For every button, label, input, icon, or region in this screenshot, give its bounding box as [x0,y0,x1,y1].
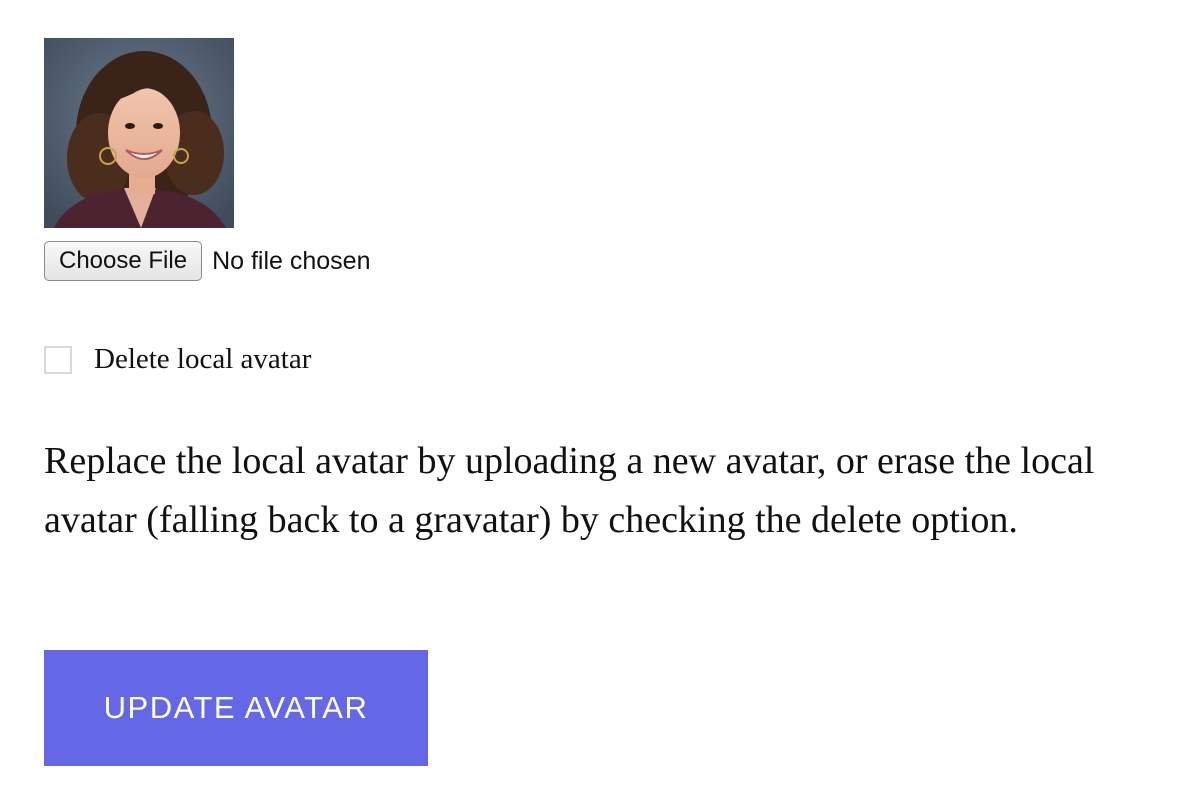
avatar-image [44,38,234,228]
delete-avatar-label[interactable]: Delete local avatar [94,343,311,376]
file-input[interactable]: Choose File No file chosen [44,241,371,281]
delete-avatar-option[interactable]: Delete local avatar [44,343,311,376]
update-avatar-button[interactable]: UPDATE AVATAR [44,650,428,766]
choose-file-button[interactable]: Choose File [44,241,203,281]
avatar-help-text: Replace the local avatar by uploading a … [44,440,1095,541]
delete-avatar-checkbox[interactable] [44,345,72,374]
file-status-text: No file chosen [212,246,371,275]
